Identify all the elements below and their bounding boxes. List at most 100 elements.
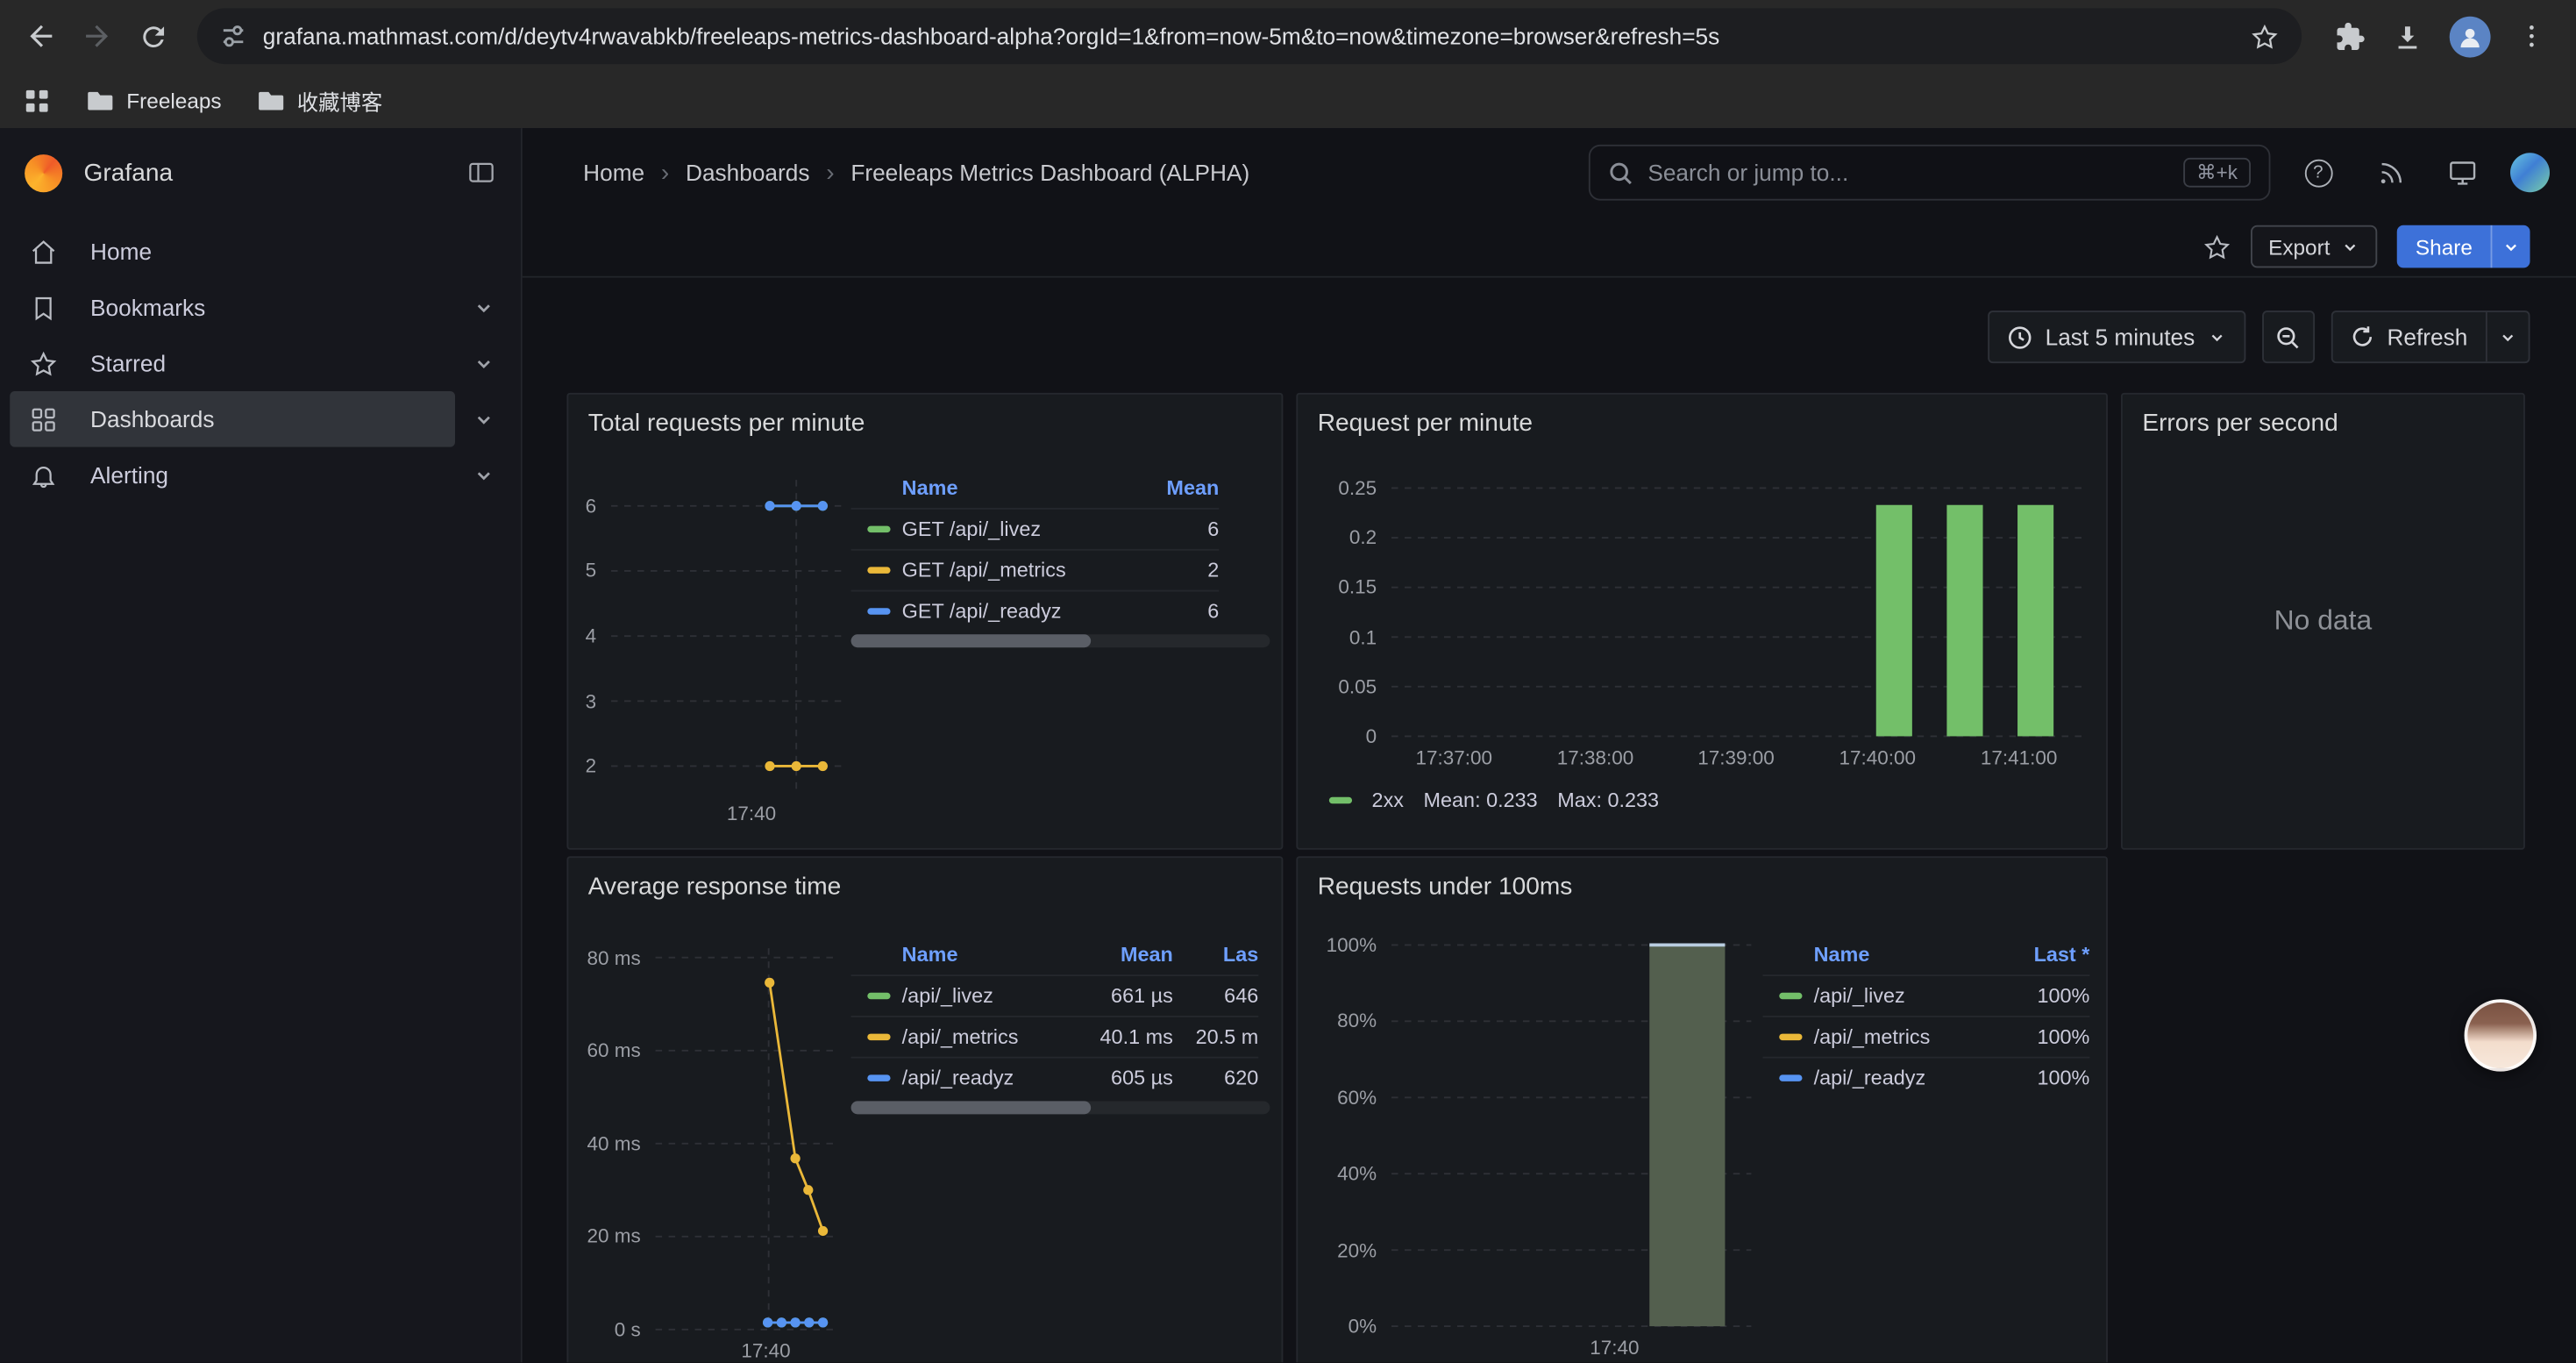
legend-scrollbar[interactable] [851,634,1270,647]
url-text[interactable]: grafana.mathmast.com/d/deytv4rwavabkb/fr… [263,23,2234,49]
sidebar-item-bookmarks[interactable]: Bookmarks [10,280,455,336]
time-controls: Last 5 minutes Refresh [1988,310,2530,363]
share-button[interactable]: Share [2397,225,2530,268]
legend-inline[interactable]: 2xx Mean: 0.233 Max: 0.233 [1329,789,1659,811]
legend-row[interactable]: GET /api/_readyz 6 [851,590,1220,632]
bar-chart[interactable]: 100%80%60%40%20%0%17:40 [1391,945,1751,1326]
breadcrumb-dashboards[interactable]: Dashboards [686,160,809,186]
chevron-down-icon[interactable] [455,447,511,503]
series-last: 20.5 m [1173,1025,1258,1048]
legend-header-name[interactable]: Name [1763,944,1991,967]
search-input[interactable] [1647,160,2168,186]
chevron-down-icon[interactable] [455,335,511,391]
series-mean: 605 µs [1068,1067,1173,1089]
scrollbar-thumb[interactable] [851,634,1092,647]
sidebar-item-starred[interactable]: Starred [10,335,455,391]
back-icon[interactable] [13,8,69,64]
bookmark-item[interactable]: Freeleaps [87,87,221,113]
time-series-chart[interactable]: 80 ms60 ms40 ms20 ms0 s17:40 [656,948,840,1330]
time-series-chart[interactable]: 6543217:40 [611,480,841,792]
share-menu-caret[interactable] [2491,225,2530,268]
apps-grid-icon[interactable] [23,86,51,114]
series-name: /api/_livez [1814,984,1905,1007]
bookmark-star-icon[interactable] [2251,22,2279,50]
panel-title[interactable]: Total requests per minute [568,395,1281,453]
series-last: 100% [1991,1025,2089,1048]
chevron-down-icon[interactable] [455,391,511,447]
legend-row[interactable]: /api/_readyz 605 µs 620 [851,1057,1259,1098]
search-box[interactable]: ⌘+k [1589,145,2271,201]
browser-menu-icon[interactable] [2517,21,2547,51]
legend-header-mean[interactable]: Mean [1068,944,1173,967]
help-icon[interactable]: ? [2294,148,2343,197]
export-button[interactable]: Export [2250,225,2377,268]
brand-title: Grafana [84,159,174,187]
sidebar-menu: Home Bookmarks Starred [0,217,521,503]
series-color-swatch [1779,1034,1802,1040]
address-bar[interactable]: grafana.mathmast.com/d/deytv4rwavabkb/fr… [197,8,2302,64]
breadcrumb-home[interactable]: Home [583,160,644,186]
scrollbar-thumb[interactable] [851,1101,1092,1114]
y-axis-label: 80 ms [566,946,640,969]
time-range-picker[interactable]: Last 5 minutes [1988,310,2245,363]
series-name: GET /api/_metrics [902,559,1066,582]
series-mean: Mean: 0.233 [1423,789,1537,811]
y-axis-label: 5 [566,560,596,582]
site-settings-icon[interactable] [220,23,246,49]
y-axis-label: 60 ms [566,1039,640,1062]
legend-row[interactable]: /api/_livez 100% [1763,974,2090,1016]
legend-header-name[interactable]: Name [851,944,1068,967]
legend-header-last[interactable]: Last * [1991,944,2089,967]
refresh-interval-caret[interactable] [2486,312,2529,361]
news-rss-icon[interactable] [2366,148,2415,197]
panel-title[interactable]: Average response time [568,858,1281,916]
download-icon[interactable] [2392,20,2423,52]
reload-icon[interactable] [125,8,181,64]
sidebar-item-dashboards[interactable]: Dashboards [10,391,455,447]
favorite-star-icon[interactable] [2202,232,2231,260]
legend-header-name[interactable]: Name [851,476,1121,499]
star-icon [30,349,58,377]
bookmark-item[interactable]: 收藏博客 [258,84,382,116]
y-axis-label: 100% [1296,933,1377,956]
series-name: /api/_readyz [1814,1067,1926,1089]
legend-row[interactable]: GET /api/_metrics 2 [851,549,1220,590]
y-axis-label: 0.25 [1296,476,1377,499]
series-color-swatch [1779,993,1802,999]
legend-scrollbar[interactable] [851,1101,1270,1114]
search-icon [1608,161,1633,185]
series-max: Max: 0.233 [1557,789,1659,811]
legend-row[interactable]: GET /api/_livez 6 [851,508,1220,549]
series-mean: 40.1 ms [1068,1025,1173,1048]
bookmark-label: Freeleaps [126,88,221,112]
grafana-logo[interactable] [25,153,62,191]
panel-total-requests: Total requests per minute 6543217:40 Nam… [566,393,1283,850]
legend-header-mean[interactable]: Mean [1121,476,1219,499]
sidebar-item-home[interactable]: Home [10,224,510,280]
sidebar-item-alerting[interactable]: Alerting [10,447,455,503]
x-axis-label: 17:40 [701,1339,832,1362]
zoom-out-button[interactable] [2262,310,2315,363]
grafana-app: Grafana Home Bookmarks [0,128,2576,1362]
legend-row[interactable]: /api/_metrics 40.1 ms 20.5 m [851,1016,1259,1057]
toolbar-actions [2318,16,2563,57]
legend-row[interactable]: /api/_metrics 100% [1763,1016,2090,1057]
series-name: /api/_metrics [902,1025,1019,1048]
refresh-button[interactable]: Refresh [2331,310,2530,363]
legend-row[interactable]: /api/_livez 661 µs 646 [851,974,1259,1016]
chevron-down-icon[interactable] [455,280,511,336]
panel-title[interactable]: Request per minute [1298,395,2106,453]
panel-request-per-minute: Request per minute 0.250.20.150.10.05017… [1296,393,2108,850]
series-name: /api/_livez [902,984,993,1007]
assistant-avatar[interactable] [2465,999,2537,1071]
extensions-icon[interactable] [2335,20,2366,52]
breadcrumb: Home › Dashboards › Freeleaps Metrics Da… [583,159,1249,187]
browser-profile-avatar[interactable] [2450,16,2491,57]
legend-row[interactable]: /api/_readyz 100% [1763,1057,2090,1098]
user-avatar[interactable] [2510,153,2550,192]
legend-header-last[interactable]: Las [1173,944,1258,967]
monitor-icon[interactable] [2438,148,2487,197]
bar-chart[interactable]: 0.250.20.150.10.05017:37:0017:38:0017:39… [1391,488,2085,736]
panel-title[interactable]: Requests under 100ms [1298,858,2106,916]
sidebar-collapse-icon[interactable] [466,158,496,188]
